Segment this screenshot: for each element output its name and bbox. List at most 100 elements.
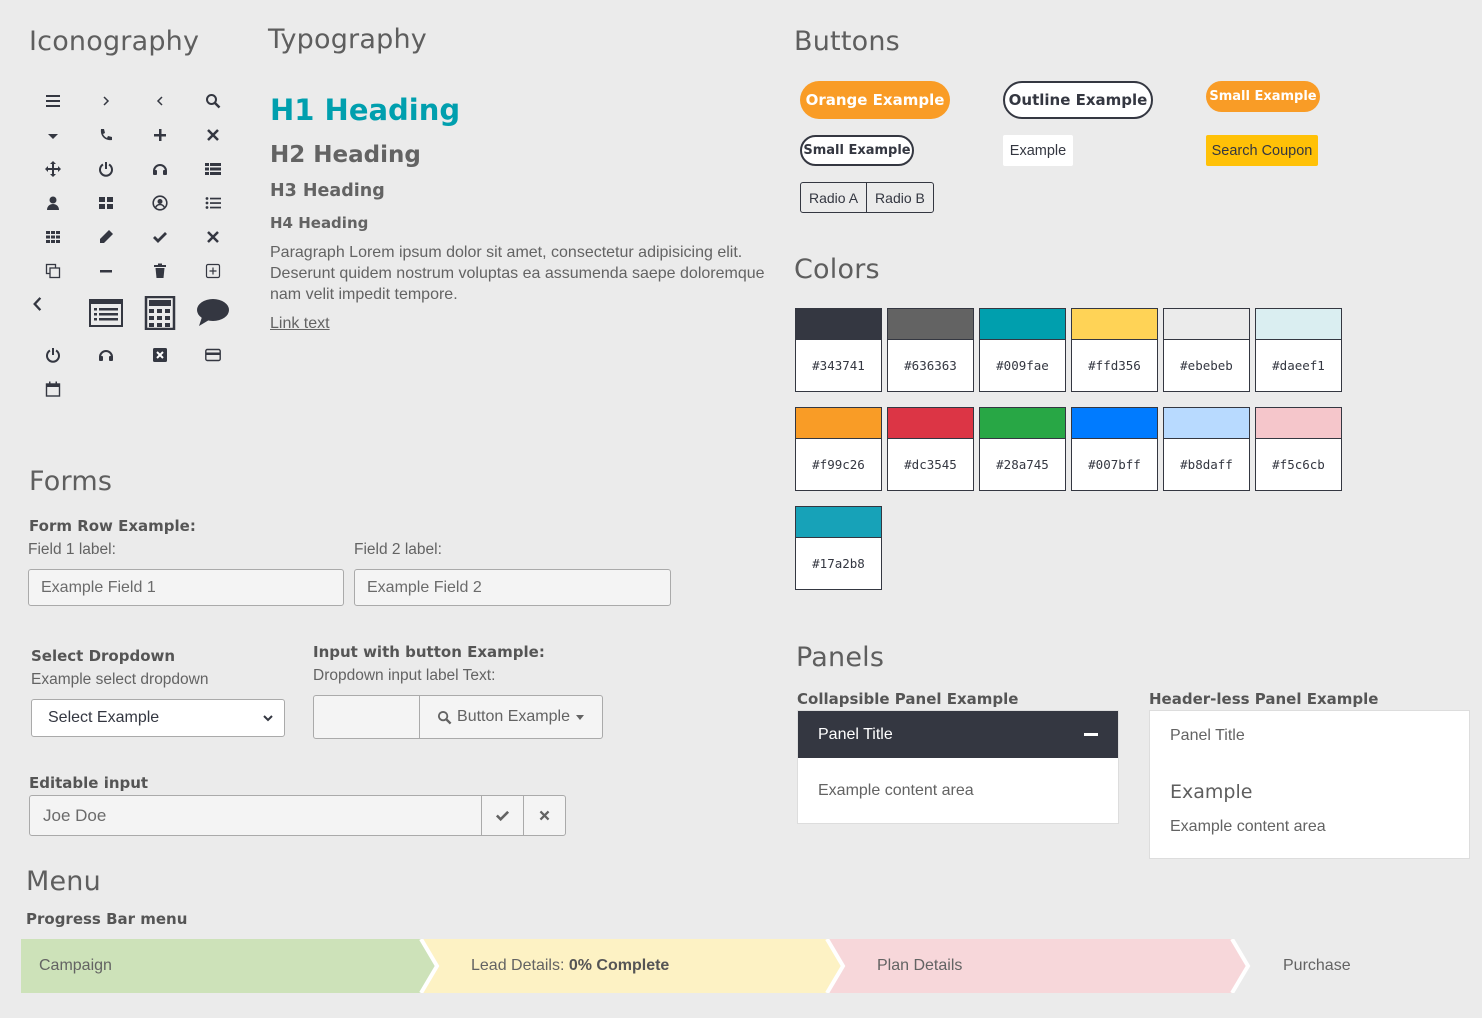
minus-icon (80, 254, 134, 288)
small-orange-button[interactable]: Small Example (1206, 81, 1320, 112)
h1-heading: H1 Heading (270, 93, 461, 127)
color-chip (1256, 309, 1341, 340)
close-square-icon (133, 338, 187, 372)
link-text[interactable]: Link text (270, 315, 330, 333)
menu-icon (26, 84, 80, 118)
color-code: #17a2b8 (812, 556, 865, 571)
phone-icon (80, 118, 134, 152)
example-button[interactable]: Example (1003, 135, 1073, 166)
chevron-down-icon (263, 715, 273, 722)
check-icon (495, 810, 510, 822)
outline-example-button[interactable]: Outline Example (1003, 81, 1153, 119)
field1-input[interactable]: Example Field 1 (28, 569, 344, 606)
power-icon (80, 152, 134, 186)
color-code: #daeef1 (1272, 358, 1325, 373)
color-code: #f99c26 (812, 457, 865, 472)
color-chip (796, 408, 881, 439)
collapsible-panel: Panel Title Example content area (797, 710, 1119, 824)
orange-example-button[interactable]: Orange Example (800, 81, 950, 119)
color-swatch: #b8daff (1163, 407, 1250, 491)
search-icon (187, 84, 241, 118)
caret-down-icon (26, 118, 80, 152)
progress-step-lead-details[interactable]: Lead Details: 0% Complete (471, 939, 669, 993)
headset-icon (133, 152, 187, 186)
dropdown-text-input[interactable] (314, 696, 419, 738)
progress-step-campaign[interactable]: Campaign (39, 939, 112, 993)
menu-title: Menu (26, 866, 101, 897)
progress-bar-menu (21, 939, 1482, 993)
radio-a-button[interactable]: Radio A (801, 183, 866, 212)
buttons-title: Buttons (794, 26, 900, 57)
headphones-icon (80, 338, 134, 372)
editable-input[interactable]: Joe Doe (30, 796, 481, 835)
color-chip (1072, 309, 1157, 340)
pencil-icon (80, 220, 134, 254)
color-code: #f5c6cb (1272, 457, 1325, 472)
progress-step-plan-details[interactable]: Plan Details (877, 939, 962, 993)
list-ul-icon (187, 186, 241, 220)
close-icon (187, 118, 241, 152)
editable-input-title: Editable input (29, 774, 149, 792)
lead-details-percent: 0% Complete (568, 957, 670, 974)
caret-down-icon (575, 715, 584, 720)
collapsible-panel-label: Collapsible Panel Example (797, 690, 1019, 708)
field2-input[interactable]: Example Field 2 (354, 569, 671, 606)
progress-step-purchase[interactable]: Purchase (1283, 939, 1351, 993)
input-button-title: Input with button Example: (313, 643, 545, 661)
select-dropdown[interactable]: Select Example (31, 699, 285, 737)
color-swatch: #ffd356 (1071, 308, 1158, 392)
grid-icon (80, 186, 134, 220)
confirm-button[interactable] (481, 796, 523, 835)
check-icon (133, 220, 187, 254)
field1-label: Field 1 label: (28, 541, 116, 558)
small-outline-button[interactable]: Small Example (800, 135, 914, 166)
times-icon (187, 220, 241, 254)
color-code: #b8daff (1180, 457, 1233, 472)
headerless-panel-content: Example content area (1170, 818, 1326, 835)
angle-left-icon (26, 288, 80, 338)
color-chip (980, 408, 1065, 439)
select-value: Select Example (48, 709, 160, 726)
color-code: #007bff (1088, 457, 1141, 472)
radio-button-group: Radio A Radio B (800, 182, 934, 213)
credit-card-icon (187, 338, 241, 372)
close-icon (539, 810, 550, 821)
color-chip (888, 309, 973, 340)
trash-icon (133, 254, 187, 288)
color-swatch: #17a2b8 (795, 506, 882, 590)
color-swatch: #f99c26 (795, 407, 882, 491)
chevron-left-icon (133, 84, 187, 118)
radio-b-button[interactable]: Radio B (866, 183, 933, 212)
copy-icon (26, 254, 80, 288)
panel-title: Panel Title (818, 725, 893, 743)
input-button-label: Dropdown input label Text: (313, 667, 496, 684)
color-chip (796, 507, 881, 538)
button-example-dropdown[interactable]: Button Example (419, 696, 602, 738)
progress-step-purchase-bg[interactable] (1232, 939, 1482, 993)
color-code: #28a745 (996, 457, 1049, 472)
color-swatch: #636363 (887, 308, 974, 392)
color-code: #009fae (996, 358, 1049, 373)
input-with-button: Button Example (313, 695, 603, 739)
field2-label: Field 2 label: (354, 541, 442, 558)
select-dropdown-label: Example select dropdown (31, 671, 209, 688)
form-row-label: Form Row Example: (29, 517, 196, 535)
search-coupon-button[interactable]: Search Coupon (1206, 135, 1318, 166)
panel-header[interactable]: Panel Title (798, 711, 1118, 758)
typography-title: Typography (268, 24, 427, 55)
icon-grid (26, 84, 240, 406)
search-icon (437, 710, 452, 724)
h2-heading: H2 Heading (270, 142, 421, 168)
calendar-icon (26, 372, 80, 406)
cancel-button[interactable] (523, 796, 565, 835)
paragraph-text: Paragraph Lorem ipsum dolor sit amet, co… (270, 244, 765, 303)
panel-content: Example content area (818, 782, 974, 799)
colors-title: Colors (794, 254, 880, 285)
panels-title: Panels (796, 642, 885, 673)
forms-title: Forms (29, 466, 113, 497)
color-chip (1164, 309, 1249, 340)
color-swatch: #daeef1 (1255, 308, 1342, 392)
color-code: #dc3545 (904, 457, 957, 472)
list-alt-icon (80, 288, 134, 338)
minus-icon[interactable] (1084, 732, 1098, 737)
